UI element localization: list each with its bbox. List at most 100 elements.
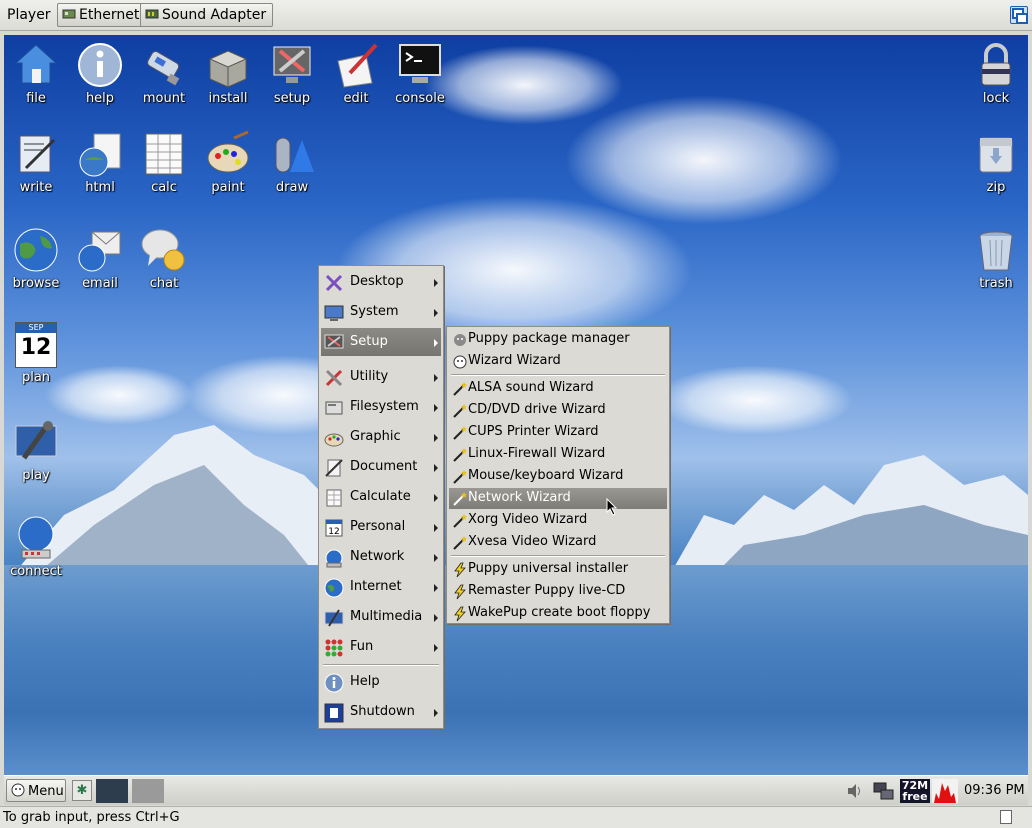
menu-item-label: Personal <box>350 519 406 534</box>
desktop-icon-label: mount <box>142 91 186 106</box>
submenu-arrow-icon <box>434 339 438 347</box>
start-menu-button[interactable]: Menu <box>6 779 66 802</box>
cpu-load-graph-icon[interactable] <box>932 779 958 803</box>
menu-item-system[interactable]: System <box>321 298 441 326</box>
desktop-icon-mount[interactable]: mount <box>132 41 196 106</box>
submenu-item-puppy-package-manager[interactable]: Puppy package manager <box>449 329 667 350</box>
shutdown-icon <box>324 703 344 723</box>
desktop-icon-help[interactable]: help <box>68 41 132 106</box>
menu-item-utility[interactable]: Utility <box>321 363 441 391</box>
player-toolbar: Player Ethernet Sound Adapter <box>0 0 1032 31</box>
menu-item-personal[interactable]: 12 Personal <box>321 513 441 541</box>
submenu-item-alsa-sound-wizard[interactable]: ALSA sound Wizard <box>449 378 667 399</box>
submenu-item-puppy-universal-installer[interactable]: Puppy universal installer <box>449 559 667 580</box>
submenu-arrow-icon <box>434 614 438 622</box>
submenu-item-label: Xorg Video Wizard <box>468 512 588 527</box>
desktop-x-icon <box>325 274 343 292</box>
menu-item-calculate[interactable]: Calculate <box>321 483 441 511</box>
submenu-arrow-icon <box>434 374 438 382</box>
main-menu: Desktop System Setup Utility Filesystem … <box>318 265 444 729</box>
submenu-item-xorg-video-wizard[interactable]: Xorg Video Wizard <box>449 510 667 531</box>
menu-item-internet[interactable]: Internet <box>321 573 441 601</box>
desktop-icon-trash[interactable]: trash <box>964 226 1028 291</box>
sound-adapter-device-button[interactable]: Sound Adapter <box>140 3 274 27</box>
menu-item-label: Filesystem <box>350 399 419 414</box>
shapes-icon <box>275 137 314 173</box>
globe-icon <box>14 228 58 272</box>
player-menu[interactable]: Player <box>7 7 51 23</box>
submenu-item-mouse-keyboard-wizard[interactable]: Mouse/keyboard Wizard <box>449 466 667 487</box>
desktop-icon-install[interactable]: install <box>196 41 260 106</box>
submenu-item-cd-dvd-drive-wizard[interactable]: CD/DVD drive Wizard <box>449 400 667 421</box>
player-statusbar: To grab input, press Ctrl+G <box>0 806 1032 828</box>
menu-item-document[interactable]: Document <box>321 453 441 481</box>
desktop-icon-label: html <box>85 180 115 195</box>
desktop-icon-play[interactable]: play <box>4 418 68 483</box>
message-log-icon[interactable] <box>1000 810 1012 824</box>
menu-item-help[interactable]: Help <box>321 668 441 696</box>
desktop-icon-chat[interactable]: chat <box>132 226 196 291</box>
menu-item-shutdown[interactable]: Shutdown <box>321 698 441 726</box>
menu-item-label: Shutdown <box>350 704 415 719</box>
media-player-icon <box>15 421 57 460</box>
ethernet-device-button[interactable]: Ethernet <box>57 3 147 27</box>
guest-desktop[interactable]: file help mount install setup edit conso… <box>4 35 1028 805</box>
submenu-item-wizard-wizard[interactable]: Wizard Wizard <box>449 351 667 372</box>
submenu-item-network-wizard[interactable]: Network Wizard <box>449 488 667 509</box>
desktop-icon-edit[interactable]: edit <box>324 41 388 106</box>
submenu-item-cups-printer-wizard[interactable]: CUPS Printer Wizard <box>449 422 667 443</box>
chat-bubble-icon <box>141 229 185 271</box>
volume-icon[interactable] <box>846 782 864 800</box>
submenu-arrow-icon <box>434 524 438 532</box>
writer-icon <box>19 135 56 173</box>
desktop-icon-browse[interactable]: browse <box>4 226 68 291</box>
free-memory-indicator[interactable]: 72M free <box>900 779 930 803</box>
menu-item-label: System <box>350 304 399 319</box>
menu-item-desktop[interactable]: Desktop <box>321 268 441 296</box>
submenu-arrow-icon <box>434 584 438 592</box>
menu-item-network[interactable]: Network <box>321 543 441 571</box>
desktop-icon-write[interactable]: write <box>4 130 68 195</box>
desktop-icon-plan[interactable]: SEP 12 plan <box>4 322 68 385</box>
submenu-item-linux-firewall-wizard[interactable]: Linux-Firewall Wizard <box>449 444 667 465</box>
desktop-icon-calc[interactable]: calc <box>132 130 196 195</box>
fullscreen-icon[interactable] <box>1010 6 1028 24</box>
submenu-item-label: Network Wizard <box>468 490 571 505</box>
menu-item-fun[interactable]: Fun <box>321 633 441 661</box>
internet-globe-icon <box>324 578 344 598</box>
pen-paper-icon <box>337 43 378 88</box>
virtual-desktop-1[interactable] <box>96 779 128 803</box>
menu-item-graphic[interactable]: Graphic <box>321 423 441 451</box>
desktop-icon-html[interactable]: html <box>68 130 132 195</box>
clock[interactable]: 09:36 PM <box>964 783 1025 798</box>
submenu-item-label: ALSA sound Wizard <box>468 380 594 395</box>
desktop-icon-lock[interactable]: lock <box>964 41 1028 106</box>
menu-item-setup[interactable]: Setup <box>321 328 441 356</box>
desktop-icon-label: console <box>395 91 445 106</box>
desktop-icon-console[interactable]: console <box>388 41 452 106</box>
quick-launch-icon[interactable]: ✱ <box>72 780 92 801</box>
submenu-item-xvesa-video-wizard[interactable]: Xvesa Video Wizard <box>449 532 667 553</box>
globe-document-icon <box>79 133 121 177</box>
desktop-icon-file[interactable]: file <box>4 41 68 106</box>
desktop-icon-draw[interactable]: draw <box>260 130 324 195</box>
menu-item-label: Fun <box>350 639 374 654</box>
desktop-icon-setup[interactable]: setup <box>260 41 324 106</box>
desktop-icon-zip[interactable]: zip <box>964 130 1028 195</box>
menu-item-label: Calculate <box>350 489 411 504</box>
menu-item-multimedia[interactable]: Multimedia <box>321 603 441 631</box>
submenu-item-remaster-puppy-live-cd[interactable]: Remaster Puppy live-CD <box>449 581 667 602</box>
menu-item-label: Document <box>350 459 418 474</box>
submenu-arrow-icon <box>434 434 438 442</box>
virtual-desktop-2[interactable] <box>132 779 164 803</box>
menu-item-filesystem[interactable]: Filesystem <box>321 393 441 421</box>
desktop-icon-paint[interactable]: paint <box>196 130 260 195</box>
submenu-arrow-icon <box>434 554 438 562</box>
svg-text:12: 12 <box>328 527 339 537</box>
network-status-icon[interactable] <box>873 781 895 801</box>
submenu-item-wakepup-create-boot-floppy[interactable]: WakePup create boot floppy <box>449 603 667 624</box>
desktop-icon-email[interactable]: email <box>68 226 132 291</box>
desktop-icon-label: write <box>19 180 53 195</box>
desktop-icon-label: lock <box>982 91 1010 106</box>
desktop-icon-connect[interactable]: connect <box>4 514 68 579</box>
